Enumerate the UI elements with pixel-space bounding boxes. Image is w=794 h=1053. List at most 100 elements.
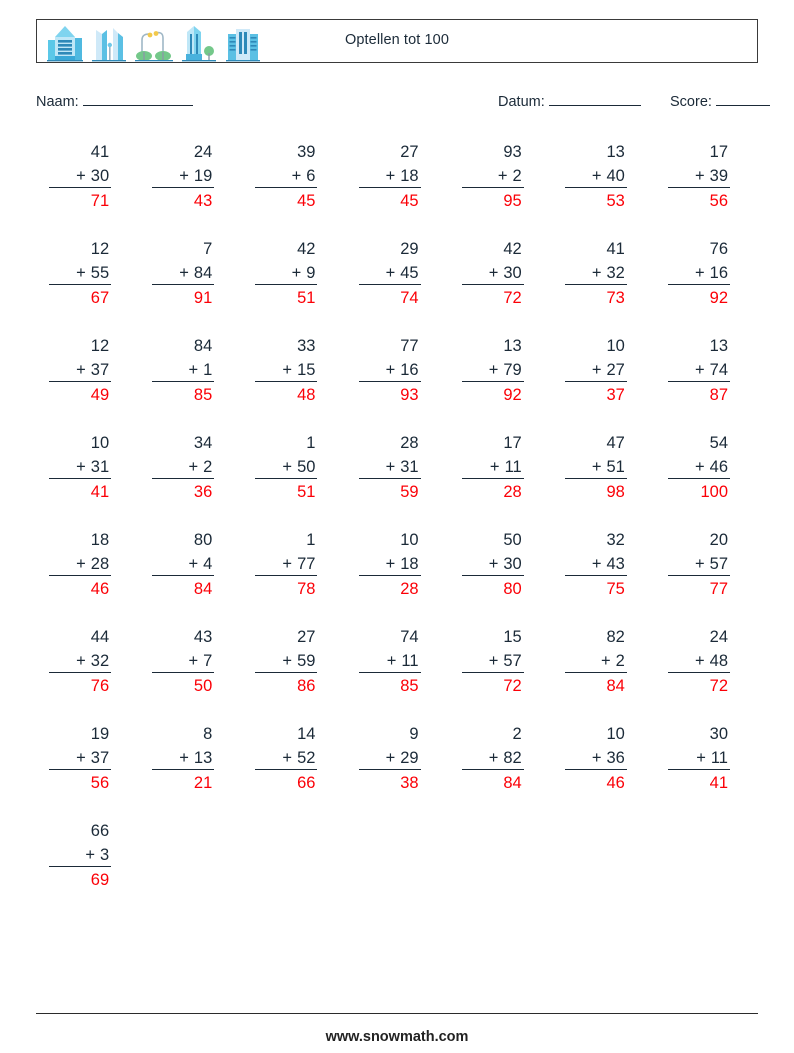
answer-value[interactable]: 38: [359, 770, 421, 793]
operator-plus-icon: +: [76, 749, 86, 767]
answer-value[interactable]: 36: [152, 479, 214, 502]
problem-cell: 29 +45 74: [345, 237, 448, 308]
addition-problem: 80 +4 84: [152, 528, 215, 599]
addend-bottom-row: +11: [358, 649, 421, 673]
date-input[interactable]: [548, 92, 641, 106]
answer-value[interactable]: 91: [152, 285, 214, 308]
addend-top: 50: [503, 531, 522, 549]
answer-value[interactable]: 56: [668, 188, 730, 211]
addend-bottom-row: +29: [358, 746, 421, 770]
addend-bottom-row: +51: [564, 455, 627, 479]
answer-value[interactable]: 93: [359, 382, 421, 405]
addend-bottom-row: +2: [564, 649, 627, 673]
answer-value[interactable]: 53: [565, 188, 627, 211]
answer-value[interactable]: 72: [462, 673, 524, 696]
answer-value[interactable]: 72: [462, 285, 524, 308]
answer-value[interactable]: 84: [565, 673, 627, 696]
addend-bottom-row: +30: [461, 552, 524, 576]
addend-bottom: 84: [193, 264, 213, 282]
answer-value[interactable]: 50: [152, 673, 214, 696]
addition-problem: 9 +29 38: [358, 722, 421, 793]
answer-value[interactable]: 73: [565, 285, 627, 308]
answer-value[interactable]: 46: [565, 770, 627, 793]
operator-plus-icon: +: [591, 749, 602, 767]
operator-plus-icon: +: [695, 458, 705, 476]
problem-cell: 33 +15 48: [242, 334, 345, 405]
answer-value[interactable]: 49: [49, 382, 111, 405]
answer-value[interactable]: 43: [152, 188, 214, 211]
problem-cell: 77 +16 93: [345, 334, 448, 405]
answer-value[interactable]: 46: [49, 576, 111, 599]
answer-value[interactable]: 100: [668, 479, 730, 502]
answer-value[interactable]: 21: [152, 770, 214, 793]
addend-bottom-row: +30: [49, 164, 112, 188]
answer-value[interactable]: 67: [49, 285, 111, 308]
addition-problem: 47 +51 98: [564, 431, 627, 502]
addend-bottom-row: +39: [668, 164, 730, 188]
answer-value[interactable]: 86: [255, 673, 317, 696]
answer-value[interactable]: 66: [255, 770, 317, 793]
answer-value[interactable]: 92: [462, 382, 524, 405]
answer-value[interactable]: 95: [462, 188, 524, 211]
answer-value[interactable]: 78: [255, 576, 317, 599]
answer-value[interactable]: 84: [152, 576, 214, 599]
addend-top: 10: [90, 434, 110, 452]
addend-bottom-row: +4: [152, 552, 215, 576]
footer-divider: [36, 1013, 758, 1014]
addition-problem: 10 +27 37: [564, 334, 627, 405]
name-input[interactable]: [82, 92, 193, 106]
answer-value[interactable]: 84: [462, 770, 524, 793]
addend-bottom: 1: [203, 361, 213, 379]
answer-value[interactable]: 28: [462, 479, 524, 502]
addition-problem: 12 +55 67: [49, 237, 112, 308]
operator-plus-icon: +: [488, 749, 499, 767]
answer-value[interactable]: 76: [49, 673, 111, 696]
addend-top: 82: [606, 628, 625, 646]
operator-plus-icon: +: [591, 167, 602, 185]
addend-bottom-row: +36: [564, 746, 627, 770]
addition-problem: 50 +30 80: [461, 528, 524, 599]
answer-value[interactable]: 72: [668, 673, 730, 696]
answer-value[interactable]: 71: [49, 188, 111, 211]
answer-value[interactable]: 45: [359, 188, 421, 211]
problem-cell: 44 +32 76: [36, 625, 139, 696]
answer-value[interactable]: 92: [668, 285, 730, 308]
answer-value[interactable]: 59: [359, 479, 421, 502]
answer-value[interactable]: 75: [565, 576, 627, 599]
addend-bottom-row: +31: [49, 455, 112, 479]
operator-plus-icon: +: [282, 361, 293, 379]
addend-top: 17: [503, 434, 522, 452]
answer-value[interactable]: 85: [359, 673, 421, 696]
answer-value[interactable]: 56: [49, 770, 111, 793]
answer-value[interactable]: 74: [359, 285, 421, 308]
problem-cell: 84 +1 85: [139, 334, 242, 405]
answer-value[interactable]: 48: [255, 382, 317, 405]
addend-bottom: 27: [606, 361, 625, 379]
answer-value[interactable]: 37: [565, 382, 627, 405]
answer-value[interactable]: 87: [668, 382, 730, 405]
operator-plus-icon: +: [385, 361, 396, 379]
answer-value[interactable]: 41: [668, 770, 730, 793]
answer-value[interactable]: 28: [359, 576, 421, 599]
problem-cell: 18 +28 46: [36, 528, 139, 599]
problem-cell: 39 +6 45: [242, 140, 345, 211]
answer-value[interactable]: 85: [152, 382, 214, 405]
addition-problem: 17 +11 28: [461, 431, 524, 502]
addend-bottom: 30: [90, 167, 110, 185]
answer-value[interactable]: 41: [49, 479, 111, 502]
problem-cell: 34 +2 36: [139, 431, 242, 502]
answer-value[interactable]: 51: [255, 479, 317, 502]
addend-top: 24: [709, 628, 728, 646]
answer-value[interactable]: 80: [462, 576, 524, 599]
addend-top: 24: [193, 143, 213, 161]
answer-value[interactable]: 45: [255, 188, 317, 211]
addition-problem: 13 +74 87: [668, 334, 730, 405]
score-input[interactable]: [715, 92, 770, 106]
answer-value[interactable]: 77: [668, 576, 730, 599]
answer-value[interactable]: 69: [49, 867, 111, 890]
addend-bottom-row: +52: [255, 746, 318, 770]
answer-value[interactable]: 51: [255, 285, 317, 308]
addend-bottom-row: +18: [358, 552, 421, 576]
addition-problem: 15 +57 72: [461, 625, 524, 696]
answer-value[interactable]: 98: [565, 479, 627, 502]
